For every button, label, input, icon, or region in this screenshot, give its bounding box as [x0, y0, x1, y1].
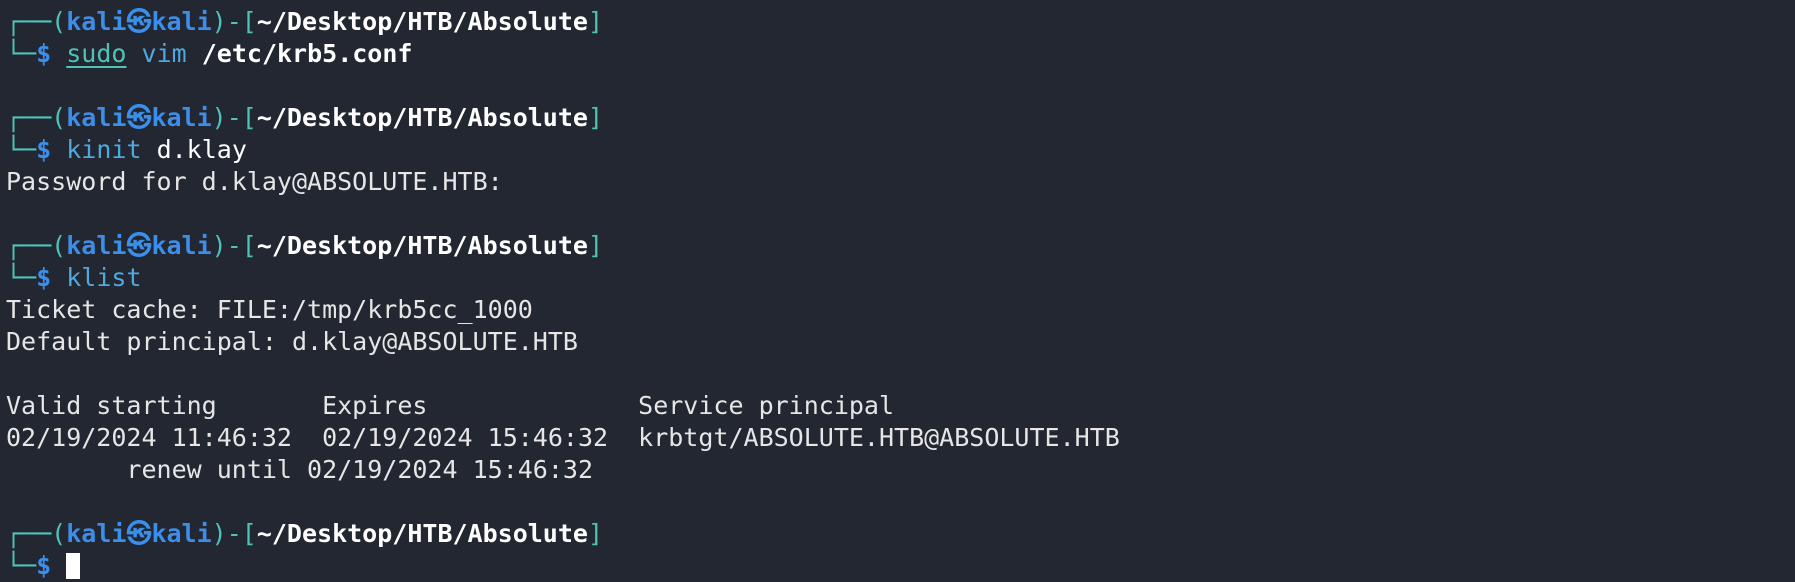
prompt-frame: ]: [587, 103, 604, 132]
prompt-path: ~/Desktop/HTB/Absolute: [256, 7, 588, 36]
prompt-dollar: $: [36, 263, 52, 292]
prompt-dollar: $: [36, 135, 52, 164]
kali-icon: ㉿: [126, 231, 152, 260]
terminal-window[interactable]: ┌──(kali㉿kali)-[~/Desktop/HTB/Absolute] …: [6, 6, 1786, 582]
prompt-frame: └─: [6, 39, 37, 68]
prompt-host: kali: [151, 103, 212, 132]
prompt-frame: └─: [6, 551, 37, 580]
prompt-path: ~/Desktop/HTB/Absolute: [256, 519, 588, 548]
prompt-frame: ┌──(: [6, 7, 67, 36]
output-line: renew until 02/19/2024 15:46:32: [6, 455, 593, 484]
output-line: Default principal: d.klay@ABSOLUTE.HTB: [6, 327, 578, 356]
prompt-header: ┌──(kali㉿kali)-[~/Desktop/HTB/Absolute]: [6, 6, 1786, 38]
prompt-frame: ]: [587, 231, 604, 260]
command-name: kinit: [66, 135, 142, 164]
prompt-header: ┌──(kali㉿kali)-[~/Desktop/HTB/Absolute]: [6, 102, 1786, 134]
prompt-user: kali: [66, 519, 127, 548]
prompt-host: kali: [151, 7, 212, 36]
prompt-user: kali: [66, 7, 127, 36]
prompt-frame: ┌──(: [6, 103, 67, 132]
prompt-frame: └─: [6, 135, 37, 164]
command-line: └─$ kinit d.klay: [6, 134, 1786, 166]
kali-icon: ㉿: [126, 103, 152, 132]
prompt-frame: └─: [6, 263, 37, 292]
prompt-frame: )-[: [211, 7, 257, 36]
prompt-frame: ]: [587, 7, 604, 36]
prompt-frame: )-[: [211, 231, 257, 260]
prompt-dollar: $: [36, 39, 52, 68]
prompt-frame: )-[: [211, 103, 257, 132]
prompt-header: ┌──(kali㉿kali)-[~/Desktop/HTB/Absolute]: [6, 518, 1786, 550]
command-name: klist: [66, 263, 142, 292]
output-line: Ticket cache: FILE:/tmp/krb5cc_1000: [6, 295, 533, 324]
command-name: vim: [141, 39, 187, 68]
table-header: Valid starting Expires Service principal: [6, 391, 895, 420]
prompt-frame: )-[: [211, 519, 257, 548]
prompt-path: ~/Desktop/HTB/Absolute: [256, 231, 588, 260]
command-argument: /etc/krb5.conf: [201, 39, 413, 68]
prompt-dollar: $: [36, 551, 52, 580]
prompt-frame: ]: [587, 519, 604, 548]
kali-icon: ㉿: [126, 519, 152, 548]
prompt-frame: ┌──(: [6, 231, 67, 260]
prompt-path: ~/Desktop/HTB/Absolute: [256, 103, 588, 132]
command-line: └─$ klist: [6, 262, 1786, 294]
prompt-frame: ┌──(: [6, 519, 67, 548]
command-argument: d.klay: [156, 135, 247, 164]
output-line: Password for d.klay@ABSOLUTE.HTB:: [6, 167, 503, 196]
command-line: └─$ sudo vim /etc/krb5.conf: [6, 38, 1786, 70]
prompt-header: ┌──(kali㉿kali)-[~/Desktop/HTB/Absolute]: [6, 230, 1786, 262]
prompt-user: kali: [66, 231, 127, 260]
prompt-host: kali: [151, 519, 212, 548]
command-input-line[interactable]: └─$: [6, 550, 1786, 582]
text-cursor[interactable]: [66, 553, 81, 579]
kali-icon: ㉿: [126, 7, 152, 36]
prompt-host: kali: [151, 231, 212, 260]
table-row: 02/19/2024 11:46:32 02/19/2024 15:46:32 …: [6, 423, 1120, 452]
command-name: sudo: [66, 39, 127, 68]
prompt-user: kali: [66, 103, 127, 132]
